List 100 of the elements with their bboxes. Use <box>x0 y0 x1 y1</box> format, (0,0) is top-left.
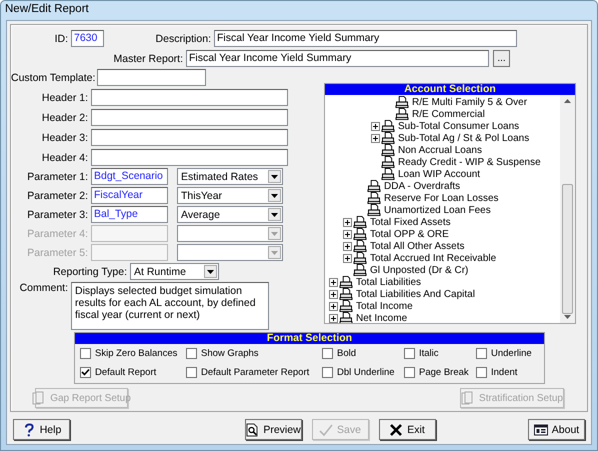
parameter-dropdown[interactable]: Estimated Rates <box>177 168 283 185</box>
expand-icon[interactable] <box>329 302 338 310</box>
checkbox[interactable] <box>80 367 91 378</box>
checkbox[interactable] <box>186 348 197 359</box>
printer-icon <box>353 252 367 264</box>
account-item[interactable]: Total Fixed Assets <box>370 216 451 228</box>
account-item[interactable]: Sub-Total Consumer Loans <box>398 120 520 132</box>
header-field[interactable] <box>91 129 288 146</box>
account-item[interactable]: Non Accrual Loans <box>398 144 482 156</box>
parameter-field[interactable]: Bdgt_Scenario <box>91 168 168 185</box>
scroll-up-icon[interactable] <box>564 99 571 103</box>
account-item[interactable]: Unamortized Loan Fees <box>384 204 491 216</box>
account-item[interactable]: Gl Unposted (Dr & Cr) <box>370 264 468 276</box>
reporting-type-dropdown[interactable]: At Runtime <box>130 263 219 280</box>
comment-label: Comment: <box>18 282 69 294</box>
checkbox[interactable] <box>476 348 487 359</box>
header-label: Header 2: <box>40 112 89 124</box>
expand-icon[interactable] <box>343 218 352 226</box>
checkbox-label: Page Break <box>419 367 469 378</box>
caret-icon <box>271 250 278 254</box>
caret-icon <box>271 212 278 216</box>
checkbox-label: Show Graphs <box>201 348 259 359</box>
expand-icon[interactable] <box>371 122 380 130</box>
account-item[interactable]: Sub-Total Ag / St & Pol Loans <box>398 132 530 144</box>
parameter-field[interactable]: Bal_Type <box>91 206 168 223</box>
account-item[interactable]: Total All Other Assets <box>370 240 464 252</box>
account-item[interactable]: Total OPP & ORE <box>370 228 449 240</box>
reporting-type-label: Reporting Type: <box>52 266 128 278</box>
header-field[interactable] <box>91 109 288 126</box>
scrollbar[interactable] <box>560 95 575 323</box>
format-selection-header: Format Selection <box>75 333 544 344</box>
account-item[interactable]: Total Accrued Int Receivable <box>370 252 496 264</box>
expand-icon[interactable] <box>343 230 352 238</box>
description-label: Description: <box>154 32 212 44</box>
parameter-dropdown[interactable]: ThisYear <box>177 187 283 204</box>
expand-icon[interactable] <box>343 242 352 250</box>
parameter-label: Parameter 4: <box>26 228 89 240</box>
checkbox[interactable] <box>322 348 333 359</box>
checkbox[interactable] <box>322 367 333 378</box>
account-item[interactable]: Loan WIP Account <box>398 168 480 180</box>
expand-icon[interactable] <box>371 134 380 142</box>
pages-icon <box>32 391 46 405</box>
account-item[interactable]: R/E Multi Family 5 & Over <box>412 96 528 108</box>
id-label: ID: <box>54 32 69 44</box>
comment-field[interactable]: Displays selected budget simulation results for each AL account, by defined fiscal year (current or next) <box>71 282 269 330</box>
parameter-field[interactable] <box>91 244 168 261</box>
printer-icon <box>353 216 367 228</box>
help-button[interactable]: Help <box>13 419 70 440</box>
account-item[interactable]: Ready Credit - WIP & Suspense <box>398 156 541 168</box>
checkbox-label: Default Report <box>95 367 156 378</box>
parameter-dropdown[interactable] <box>177 244 283 261</box>
browse-button[interactable]: ... <box>493 50 510 67</box>
preview-button[interactable]: Preview <box>244 419 302 440</box>
scroll-thumb[interactable] <box>562 184 573 314</box>
account-item[interactable]: R/E Commercial <box>412 108 485 120</box>
parameter-dropdown[interactable] <box>177 225 283 242</box>
parameter-label: Parameter 2: <box>26 190 89 202</box>
parameter-dropdown[interactable]: Average <box>177 206 283 223</box>
description-field[interactable]: Fiscal Year Income Yield Summary <box>214 30 517 47</box>
header-label: Header 4: <box>40 152 89 164</box>
expand-icon[interactable] <box>329 278 338 286</box>
caret-icon <box>271 194 278 198</box>
checkbox[interactable] <box>80 348 91 359</box>
account-item[interactable]: Total Income <box>356 300 413 312</box>
printer-icon <box>381 120 395 132</box>
parameter-label: Parameter 5: <box>26 246 89 258</box>
account-item[interactable]: Total Liabilities And Capital <box>356 288 475 300</box>
parameter-label: Parameter 1: <box>26 170 89 182</box>
parameter-field[interactable]: FiscalYear <box>91 187 168 204</box>
header-label: Header 1: <box>40 92 89 104</box>
parameter-field[interactable] <box>91 225 168 242</box>
custom-template-field[interactable] <box>97 69 206 86</box>
id-field[interactable]: 7630 <box>71 30 104 47</box>
checkbox-label: Default Parameter Report <box>201 367 310 378</box>
expand-icon[interactable] <box>343 254 352 262</box>
check-icon <box>319 422 334 436</box>
exit-button[interactable]: Exit <box>378 419 436 440</box>
header-field[interactable] <box>91 149 288 166</box>
expand-icon[interactable] <box>329 314 338 322</box>
header-field[interactable] <box>91 89 288 106</box>
checkbox[interactable] <box>476 367 487 378</box>
checkbox[interactable] <box>404 348 415 359</box>
master-report-field[interactable]: Fiscal Year Income Yield Summary <box>186 50 489 67</box>
checkbox-label: Underline <box>491 348 532 359</box>
caret-icon <box>271 232 278 236</box>
account-item[interactable]: DDA - Overdrafts <box>384 180 460 192</box>
account-item[interactable]: Reserve For Loan Losses <box>384 192 499 204</box>
pages-icon <box>461 391 476 405</box>
custom-template-label: Custom Template: <box>11 72 96 84</box>
printer-icon <box>381 132 395 144</box>
expand-icon[interactable] <box>329 290 338 298</box>
checkbox[interactable] <box>404 367 415 378</box>
printer-icon <box>339 276 353 288</box>
about-button[interactable]: About <box>528 419 585 440</box>
account-selection-header: Account Selection <box>325 84 575 95</box>
checkbox[interactable] <box>186 367 197 378</box>
account-item[interactable]: Net Income <box>356 312 408 323</box>
account-item[interactable]: Total Liabilities <box>356 276 422 288</box>
checkbox-label: Italic <box>419 348 439 359</box>
parameter-label: Parameter 3: <box>26 208 89 220</box>
